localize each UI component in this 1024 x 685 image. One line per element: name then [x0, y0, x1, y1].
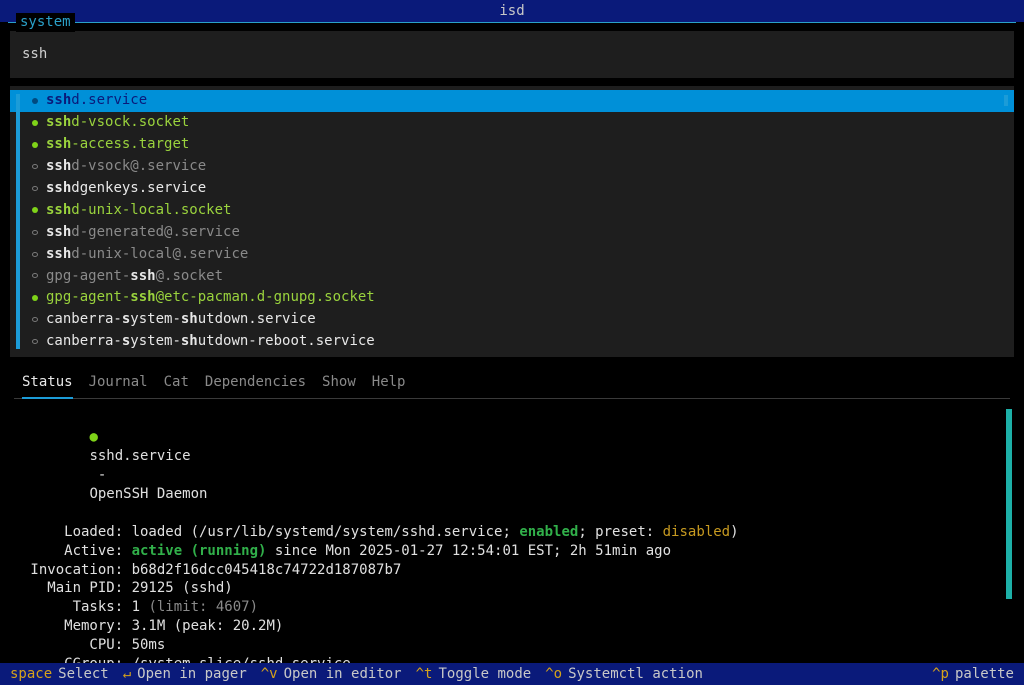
- statusbar-item[interactable]: ^oSystemctl action: [545, 665, 703, 684]
- statusbar-item[interactable]: spaceSelect: [10, 665, 109, 684]
- list-scrollbar-right[interactable]: [1004, 95, 1008, 106]
- statusbar-item-palette[interactable]: ^ppalette: [932, 665, 1014, 684]
- bullet-icon: [32, 98, 38, 104]
- bullet-icon: [32, 317, 38, 322]
- title-bar: isd: [0, 0, 1024, 22]
- tab-bar: Status Journal Cat Dependencies Show Help: [14, 367, 1010, 400]
- list-item-label: sshd-vsock@.service: [46, 157, 206, 176]
- bullet-icon: [32, 164, 38, 169]
- list-item-label: sshd.service: [46, 91, 147, 110]
- keybind-label: ^o: [545, 665, 562, 684]
- cpu-value: 50ms: [132, 637, 166, 653]
- bullet-icon: [32, 230, 38, 235]
- tab-status[interactable]: Status: [22, 367, 73, 400]
- tab-show[interactable]: Show: [322, 367, 356, 399]
- search-value: ssh: [22, 46, 47, 62]
- list-item[interactable]: sshd-unix-local.socket: [10, 199, 1014, 221]
- invocation-id: b68d2f16dcc045418c74722d187087b7: [132, 562, 402, 578]
- keybind-label: ^t: [416, 665, 433, 684]
- detail-service-desc: OpenSSH Daemon: [89, 486, 207, 502]
- tab-journal[interactable]: Journal: [89, 367, 148, 399]
- list-item[interactable]: gpg-agent-ssh@etc-pacman.d-gnupg.socket: [10, 287, 1014, 309]
- list-item[interactable]: sshd-vsock.socket: [10, 112, 1014, 134]
- list-item[interactable]: sshd.service: [10, 90, 1014, 112]
- list-item[interactable]: sshdgenkeys.service: [10, 177, 1014, 199]
- keybind-label: ↵: [123, 665, 131, 684]
- statusbar-item[interactable]: ↵Open in pager: [123, 665, 247, 684]
- bullet-icon: [32, 142, 38, 148]
- bullet-icon: [32, 339, 38, 344]
- list-item-label: gpg-agent-ssh@etc-pacman.d-gnupg.socket: [46, 288, 375, 307]
- list-item-label: canberra-system-shutdown.service: [46, 310, 316, 329]
- bullet-icon: ●: [89, 429, 97, 445]
- detail-service-name: sshd.service: [89, 448, 190, 464]
- enabled-label: enabled: [519, 524, 578, 540]
- keybind-label: ^p: [932, 665, 949, 684]
- keybind-label: space: [10, 665, 52, 684]
- keybind-label: ^v: [261, 665, 278, 684]
- memory-value: 3.1M (peak: 20.2M): [132, 618, 284, 634]
- frame-border: system: [8, 22, 1016, 23]
- bullet-icon: [32, 207, 38, 213]
- detail-pane: ● sshd.service - OpenSSH Daemon Loaded: …: [14, 405, 1010, 685]
- list-item-label: canberra-system-shutdown-reboot.service: [46, 332, 375, 351]
- active-state: active (running): [132, 543, 267, 559]
- list-item[interactable]: canberra-system-shutdown-reboot.service: [10, 331, 1014, 353]
- bullet-icon: [32, 273, 38, 278]
- app-title: isd: [499, 3, 524, 19]
- bullet-icon: [32, 186, 38, 191]
- list-item[interactable]: sshd-unix-local@.service: [10, 243, 1014, 265]
- list-item[interactable]: gpg-agent-ssh@.socket: [10, 265, 1014, 287]
- list-item-label: sshd-unix-local.socket: [46, 201, 231, 220]
- service-list[interactable]: sshd.service sshd-vsock.socket ssh-access.…: [10, 86, 1014, 357]
- list-item-label: gpg-agent-ssh@.socket: [46, 267, 223, 286]
- list-item[interactable]: sshd-generated@.service: [10, 221, 1014, 243]
- tab-cat[interactable]: Cat: [164, 367, 189, 399]
- list-item[interactable]: ssh-access.target: [10, 134, 1014, 156]
- list-item-label: sshd-generated@.service: [46, 223, 240, 242]
- main-pid: 29125 (sshd): [132, 580, 233, 596]
- list-scrollbar-left: [16, 94, 20, 349]
- list-item-label: sshdgenkeys.service: [46, 179, 206, 198]
- search-input[interactable]: ssh: [10, 31, 1014, 78]
- statusbar-item[interactable]: ^vOpen in editor: [261, 665, 402, 684]
- tab-dependencies[interactable]: Dependencies: [205, 367, 306, 399]
- preset-label: disabled: [663, 524, 730, 540]
- bullet-icon: [32, 120, 38, 126]
- detail-scrollbar[interactable]: [1006, 409, 1012, 599]
- bullet-icon: [32, 295, 38, 301]
- statusbar-item[interactable]: ^tToggle mode: [416, 665, 532, 684]
- list-item[interactable]: sshd-vsock@.service: [10, 156, 1014, 178]
- list-item-label: sshd-unix-local@.service: [46, 245, 248, 264]
- frame-label: system: [16, 13, 75, 32]
- status-bar: spaceSelect ↵Open in pager ^vOpen in edito…: [0, 663, 1024, 685]
- bullet-icon: [32, 252, 38, 257]
- list-item[interactable]: canberra-system-shutdown.service: [10, 309, 1014, 331]
- list-item-label: ssh-access.target: [46, 135, 189, 154]
- list-item-label: sshd-vsock.socket: [46, 113, 189, 132]
- tab-help[interactable]: Help: [372, 367, 406, 399]
